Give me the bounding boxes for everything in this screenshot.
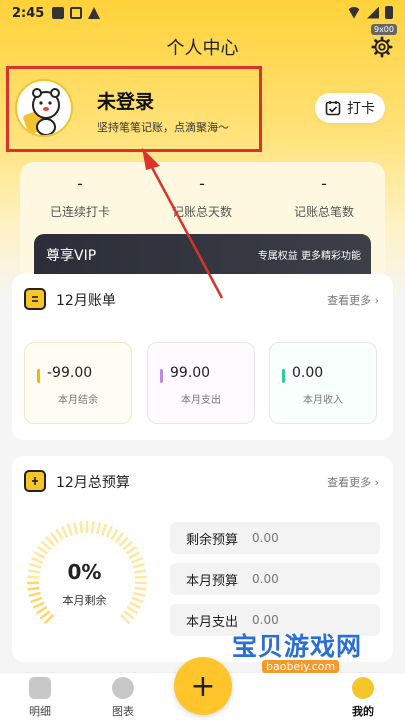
profile-section[interactable]: 未登录 坚持笔笔记账，点滴聚海～ <box>6 66 262 152</box>
tab-label: 图表 <box>112 705 134 718</box>
gauge-tick <box>134 586 147 591</box>
bill-value: 0.00 <box>292 365 324 381</box>
gauge-tick <box>45 536 56 547</box>
gauge-tick <box>118 536 129 547</box>
signal-icon <box>367 6 379 19</box>
gauge-tick <box>73 522 79 535</box>
watermark-url: baobeiy.com <box>262 660 340 673</box>
gauge-tick <box>120 614 131 625</box>
tab-label: 明细 <box>29 705 51 718</box>
stat-streak: - 已连续打卡 <box>20 174 140 220</box>
page-title: 个人中心 <box>166 38 239 59</box>
expense-indicator <box>160 369 163 383</box>
add-record-button[interactable]: + <box>174 657 232 715</box>
budget-row-value: 0.00 <box>252 613 279 627</box>
gauge-tick <box>128 551 141 560</box>
tab-details[interactable]: 明细 <box>10 677 70 719</box>
chart-icon <box>112 677 134 699</box>
budget-row-value: 0.00 <box>252 531 279 545</box>
gauge-tick <box>110 528 119 541</box>
gear-icon[interactable] <box>371 36 393 58</box>
notification-icon <box>52 7 65 19</box>
bill-expense[interactable]: 99.00 本月支出 <box>147 342 255 424</box>
mascot-icon <box>23 88 60 135</box>
warning-icon <box>88 7 101 19</box>
bill-income[interactable]: 0.00 本月收入 <box>269 342 377 424</box>
gauge-tick <box>60 525 69 538</box>
gauge-tick <box>27 586 40 591</box>
budget-row-label: 剩余预算 <box>186 532 239 548</box>
budget-row-remaining: 剩余预算 0.00 <box>170 522 380 554</box>
gauge-tick <box>95 522 101 535</box>
battery-icon <box>385 6 393 19</box>
gauge-tick <box>37 545 49 555</box>
bill-title: 12月账单 <box>56 293 116 309</box>
budget-more-link[interactable]: 查看更多 › <box>327 474 379 490</box>
vip-title: 尊享VIP <box>46 248 97 264</box>
bill-card: 12月账单 查看更多 › -99.00 本月结余 99.00 本月支出 0.00… <box>12 274 393 440</box>
budget-icon <box>24 470 46 492</box>
gauge-tick <box>39 610 51 620</box>
gauge-tick <box>100 523 108 536</box>
gauge-tick <box>40 540 52 551</box>
app-notification-icon <box>70 7 83 19</box>
bill-more-link[interactable]: 查看更多 › <box>327 292 379 308</box>
income-indicator <box>282 369 285 383</box>
gauge-tick <box>122 540 134 551</box>
checkin-button[interactable]: 打卡 <box>315 93 385 123</box>
bill-balance[interactable]: -99.00 本月结余 <box>24 342 132 424</box>
tab-mine[interactable]: 我的 <box>333 677 393 719</box>
stat-label: 记账总天数 <box>171 205 232 219</box>
checkin-label: 打卡 <box>347 101 375 117</box>
watermark: 宝贝游戏网 <box>232 632 363 661</box>
wifi-icon <box>347 6 361 19</box>
profile-slogan: 坚持笔笔记账，点滴聚海～ <box>97 121 229 134</box>
balance-indicator <box>37 369 40 383</box>
bill-label: 本月结余 <box>58 395 98 406</box>
budget-percent: 0% <box>67 560 102 584</box>
gauge-tick <box>105 525 114 538</box>
gauge-tick <box>125 545 137 555</box>
username[interactable]: 未登录 <box>97 87 154 114</box>
gauge-tick <box>55 528 64 541</box>
tab-charts[interactable]: 图表 <box>93 677 153 719</box>
budget-title: 12月总预算 <box>56 475 130 491</box>
stat-value: - <box>77 174 83 193</box>
vip-banner[interactable]: 尊享VIP 专属权益 更多精彩功能 <box>34 234 371 274</box>
bill-label: 本月支出 <box>181 395 221 406</box>
bill-icon <box>24 288 46 310</box>
vip-description: 专属权益 更多精彩功能 <box>257 251 361 262</box>
gauge-tick <box>123 610 135 620</box>
stat-value: - <box>321 174 327 193</box>
gauge-tick <box>90 521 95 534</box>
calendar-check-icon <box>325 101 341 116</box>
gauge-tick <box>114 532 124 544</box>
gauge-tick <box>33 551 46 560</box>
profile-icon <box>352 677 374 699</box>
status-time: 2:45 <box>12 5 45 21</box>
budget-row-month-budget: 本月预算 0.00 <box>170 563 380 595</box>
plus-icon: + <box>190 668 216 704</box>
budget-row-value: 0.00 <box>252 572 279 586</box>
budget-percent-label: 本月剩余 <box>62 594 107 607</box>
bill-value: 99.00 <box>170 365 211 381</box>
bill-label: 本月收入 <box>303 395 343 406</box>
stat-total-days: - 记账总天数 <box>142 174 262 220</box>
gauge-tick <box>66 523 74 536</box>
stat-label: 已连续打卡 <box>49 205 110 219</box>
stat-label: 记账总笔数 <box>293 205 354 219</box>
stat-value: - <box>199 174 205 193</box>
tab-label: 我的 <box>352 705 374 718</box>
bill-value: -99.00 <box>47 365 93 381</box>
status-bar: 2:45 <box>0 0 405 26</box>
gauge-tick <box>79 521 84 534</box>
budget-row-label: 本月支出 <box>186 614 239 630</box>
details-icon <box>29 677 51 699</box>
gauge-tick <box>50 532 60 544</box>
stat-total-records: - 记账总笔数 <box>264 174 384 220</box>
budget-row-label: 本月预算 <box>186 573 239 589</box>
settings-badge: 9x00 <box>370 24 397 35</box>
avatar[interactable] <box>15 79 73 137</box>
gauge-tick <box>43 614 54 625</box>
